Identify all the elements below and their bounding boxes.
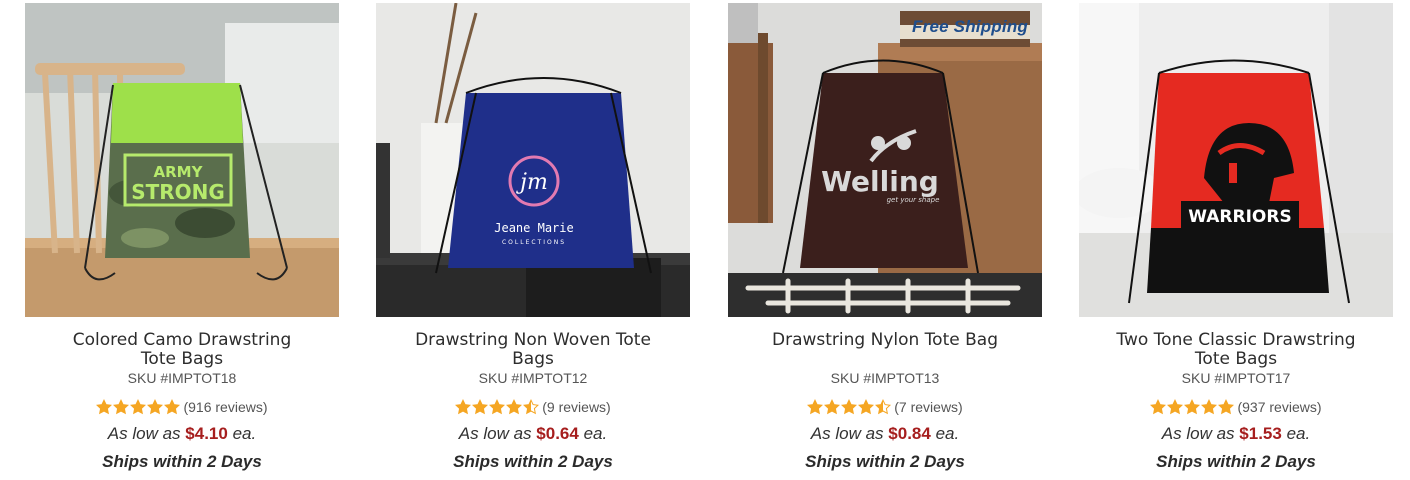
- star-icon: [455, 399, 472, 415]
- product-grid: ARMY STRONG Colored Camo Drawstring Tote…: [0, 0, 1410, 480]
- svg-text:COLLECTIONS: COLLECTIONS: [502, 239, 566, 246]
- review-count[interactable]: (9 reviews): [542, 399, 610, 415]
- svg-text:get your shape: get your shape: [887, 196, 940, 204]
- product-rating: (937 reviews): [1079, 397, 1393, 417]
- product-sku: SKU #IMPTOT12: [478, 370, 588, 386]
- product-title[interactable]: Drawstring Non Woven Tote Bags: [408, 331, 658, 369]
- price-prefix: As low as: [107, 424, 181, 443]
- review-count[interactable]: (937 reviews): [1237, 399, 1321, 415]
- price-line: As low as $0.84 ea.: [728, 423, 1042, 445]
- star-icon: [858, 399, 875, 415]
- price-amount: $0.64: [536, 424, 579, 443]
- price-line: As low as $1.53 ea.: [1079, 423, 1393, 445]
- star-icon: [130, 399, 147, 415]
- star-icon: [1167, 399, 1184, 415]
- star-icon: [506, 399, 523, 415]
- price-suffix: ea.: [583, 424, 608, 443]
- star-icon: [875, 399, 892, 415]
- svg-text:Jeane Marie: Jeane Marie: [494, 221, 573, 235]
- product-image[interactable]: jm Jeane Marie COLLECTIONS: [376, 3, 690, 317]
- product-card[interactable]: WARRIORS Two Tone Classic Drawstring Tot…: [1079, 3, 1393, 475]
- star-icon: [523, 399, 540, 415]
- product-rating: (9 reviews): [376, 397, 690, 417]
- star-rating-icon: [455, 399, 540, 415]
- star-icon: [489, 399, 506, 415]
- shipping-note: Ships within 2 Days: [453, 452, 613, 471]
- price-line: As low as $0.64 ea.: [376, 423, 690, 445]
- star-rating-icon: [807, 399, 892, 415]
- star-icon: [1218, 399, 1235, 415]
- product-title[interactable]: Colored Camo Drawstring Tote Bags: [57, 331, 307, 369]
- price-amount: $1.53: [1239, 424, 1282, 443]
- product-sku: SKU #IMPTOT18: [127, 370, 237, 386]
- svg-text:jm: jm: [515, 170, 548, 195]
- price-prefix: As low as: [458, 424, 532, 443]
- product-image[interactable]: WARRIORS: [1079, 3, 1393, 317]
- star-icon: [1150, 399, 1167, 415]
- star-rating-icon: [1150, 399, 1235, 415]
- product-image[interactable]: Welling get your shape Free Shipping: [728, 3, 1042, 317]
- shipping-note: Ships within 2 Days: [102, 452, 262, 471]
- price-amount: $4.10: [185, 424, 228, 443]
- product-rating: (916 reviews): [25, 397, 339, 417]
- product-title[interactable]: Drawstring Nylon Tote Bag: [760, 331, 1010, 369]
- free-shipping-badge: Free Shipping: [912, 17, 1028, 36]
- product-rating: (7 reviews): [728, 397, 1042, 417]
- svg-text:Welling: Welling: [821, 165, 939, 198]
- product-sku: SKU #IMPTOT17: [1181, 370, 1291, 386]
- svg-text:ARMY: ARMY: [154, 163, 204, 181]
- star-icon: [164, 399, 181, 415]
- product-image[interactable]: ARMY STRONG: [25, 3, 339, 317]
- shipping-note: Ships within 2 Days: [805, 452, 965, 471]
- product-title[interactable]: Two Tone Classic Drawstring Tote Bags: [1111, 331, 1361, 369]
- price-suffix: ea.: [232, 424, 257, 443]
- price-line: As low as $4.10 ea.: [25, 423, 339, 445]
- review-count[interactable]: (916 reviews): [183, 399, 267, 415]
- star-icon: [807, 399, 824, 415]
- star-icon: [841, 399, 858, 415]
- price-amount: $0.84: [888, 424, 931, 443]
- price-suffix: ea.: [935, 424, 960, 443]
- star-icon: [147, 399, 164, 415]
- price-suffix: ea.: [1286, 424, 1311, 443]
- star-icon: [824, 399, 841, 415]
- star-icon: [1201, 399, 1218, 415]
- product-sku: SKU #IMPTOT13: [830, 370, 940, 386]
- shipping-note: Ships within 2 Days: [1156, 452, 1316, 471]
- price-prefix: As low as: [810, 424, 884, 443]
- product-card[interactable]: ARMY STRONG Colored Camo Drawstring Tote…: [25, 3, 339, 475]
- svg-text:STRONG: STRONG: [131, 180, 225, 204]
- star-icon: [96, 399, 113, 415]
- price-prefix: As low as: [1161, 424, 1235, 443]
- star-rating-icon: [96, 399, 181, 415]
- product-card[interactable]: Welling get your shape Free Shipping Dra…: [728, 3, 1042, 475]
- product-card[interactable]: jm Jeane Marie COLLECTIONS Drawstring No…: [376, 3, 690, 475]
- star-icon: [472, 399, 489, 415]
- star-icon: [1184, 399, 1201, 415]
- review-count[interactable]: (7 reviews): [894, 399, 962, 415]
- svg-text:WARRIORS: WARRIORS: [1188, 207, 1291, 227]
- star-icon: [113, 399, 130, 415]
